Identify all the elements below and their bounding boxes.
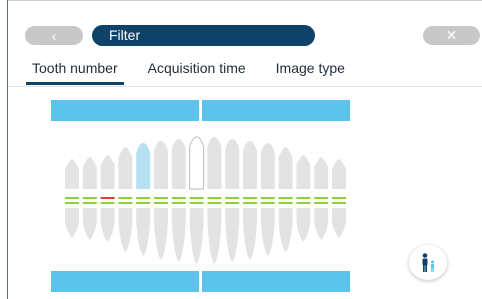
upper-tooth[interactable] [189, 136, 205, 190]
lower-tooth-marker [260, 202, 275, 204]
upper-tooth[interactable] [260, 143, 275, 189]
lower-tooth-marker [136, 202, 151, 204]
upper-tooth[interactable] [118, 147, 133, 189]
lower-tooth-marker [314, 202, 329, 204]
upper-tooth-marker [243, 197, 257, 199]
lower-tooth-marker [100, 202, 115, 204]
upper-tooth-marker [296, 197, 311, 199]
adult-child-icon [422, 252, 434, 272]
upper-tooth[interactable] [65, 159, 79, 189]
lower-tooth-marker [82, 202, 97, 204]
upper-tooth-marker [171, 197, 186, 199]
upper-tooth[interactable] [296, 155, 311, 189]
patient-type-button[interactable] [409, 245, 447, 280]
upper-tooth-marker [100, 197, 115, 199]
lower-tooth[interactable] [154, 208, 168, 260]
tooth-chart [65, 136, 346, 264]
lower-tooth-marker [65, 202, 79, 204]
upper-tooth-marker [314, 197, 329, 199]
lower-tooth[interactable] [82, 208, 97, 240]
lower-tooth[interactable] [260, 208, 275, 256]
lower-tooth[interactable] [118, 208, 133, 252]
upper-tooth-marker [278, 197, 293, 199]
lower-tooth-marker [171, 202, 186, 204]
upper-tooth-marker [136, 197, 151, 199]
lower-tooth-marker [278, 202, 293, 204]
lower-tooth-marker [332, 202, 346, 204]
lower-tooth[interactable] [189, 208, 204, 264]
lower-tooth[interactable] [207, 208, 222, 264]
lower-tooth[interactable] [136, 208, 151, 256]
upper-tooth[interactable] [82, 157, 97, 189]
upper-tooth[interactable] [225, 139, 240, 189]
upper-tooth-marker [332, 197, 346, 199]
upper-tooth[interactable] [243, 141, 257, 189]
lower-tooth[interactable] [243, 208, 257, 260]
lower-tooth[interactable] [100, 208, 115, 242]
lower-tooth[interactable] [225, 208, 240, 262]
lower-tooth[interactable] [65, 208, 79, 238]
lower-tooth[interactable] [278, 208, 293, 252]
upper-tooth[interactable] [171, 139, 186, 189]
upper-tooth-marker [82, 197, 97, 199]
lower-tooth-marker [154, 202, 168, 204]
upper-tooth-marker [225, 197, 240, 199]
lower-tooth-marker [225, 202, 240, 204]
lower-tooth-marker [189, 202, 204, 204]
upper-tooth-marker [189, 197, 204, 199]
lower-tooth[interactable] [171, 208, 186, 262]
upper-tooth[interactable] [207, 137, 222, 189]
lower-tooth-marker [243, 202, 257, 204]
upper-tooth[interactable] [100, 155, 115, 189]
upper-tooth[interactable] [154, 141, 168, 189]
upper-tooth-marker [154, 197, 168, 199]
lower-tooth-marker [296, 202, 311, 204]
lower-tooth[interactable] [332, 208, 346, 238]
upper-tooth-marker [118, 197, 133, 199]
upper-tooth-marker [65, 197, 79, 199]
upper-tooth[interactable] [136, 143, 151, 189]
upper-tooth[interactable] [278, 147, 293, 189]
lower-tooth-marker [118, 202, 133, 204]
upper-tooth[interactable] [314, 157, 329, 189]
lower-tooth-marker [207, 202, 222, 204]
upper-tooth-marker [207, 197, 222, 199]
lower-tooth[interactable] [296, 208, 311, 242]
lower-tooth[interactable] [314, 208, 329, 240]
upper-tooth-marker [260, 197, 275, 199]
upper-tooth[interactable] [332, 159, 346, 189]
